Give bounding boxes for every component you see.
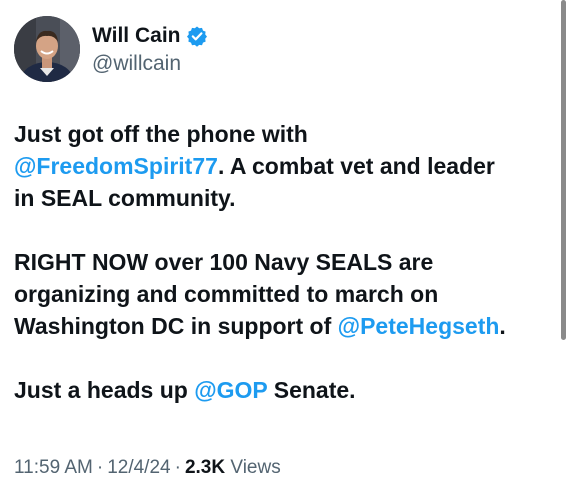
text-segment: Senate. (267, 377, 356, 403)
text-segment: Washington DC in support of (14, 313, 338, 339)
text-segment: . A combat vet and leader (217, 153, 495, 179)
tweet-card: Will Cain @willcain Just got off the pho… (0, 0, 568, 491)
text-segment: in SEAL community. (14, 185, 236, 211)
avatar[interactable] (14, 16, 80, 82)
text-segment: RIGHT NOW over 100 Navy SEALS are (14, 249, 434, 275)
scrollbar[interactable] (561, 0, 566, 340)
tweet-time[interactable]: 11:59 AM (14, 457, 93, 478)
text-segment: . (499, 313, 506, 339)
text-line: RIGHT NOW over 100 Navy SEALS are (14, 246, 554, 278)
meta-separator: · (174, 457, 181, 478)
text-line: in SEAL community. (14, 182, 554, 214)
text-line: Just got off the phone with (14, 118, 554, 150)
views-label: Views (230, 457, 281, 478)
avatar-image (14, 16, 80, 82)
mention-freedomspirit77[interactable]: @FreedomSpirit77 (14, 153, 218, 179)
mention-gop[interactable]: @GOP (194, 377, 267, 403)
verified-badge-icon[interactable] (186, 25, 208, 47)
mention-petehegseth[interactable]: @PeteHegseth (338, 313, 500, 339)
display-name[interactable]: Will Cain (92, 24, 180, 48)
meta-separator: · (96, 457, 104, 478)
text-line: @FreedomSpirit77. A combat vet and leade… (14, 150, 554, 182)
text-line: organizing and committed to march on (14, 278, 554, 310)
handle[interactable]: @willcain (92, 52, 208, 76)
display-name-row: Will Cain (92, 22, 208, 50)
tweet-text: Just got off the phone with @FreedomSpir… (14, 118, 554, 406)
text-line: Just a heads up @GOP Senate. (14, 374, 554, 406)
text-segment: organizing and committed to march on (14, 281, 439, 307)
text-segment: Just got off the phone with (14, 121, 308, 147)
text-line: Washington DC in support of @PeteHegseth… (14, 310, 554, 342)
author-names: Will Cain @willcain (92, 22, 208, 76)
tweet-date[interactable]: 12/4/24 (107, 457, 170, 478)
tweet-header: Will Cain @willcain (14, 16, 208, 82)
text-segment: Just a heads up (14, 377, 195, 403)
views-count[interactable]: 2.3K (185, 457, 225, 478)
tweet-meta: 11:59 AM · 12/4/24 · 2.3K Views (14, 457, 281, 479)
